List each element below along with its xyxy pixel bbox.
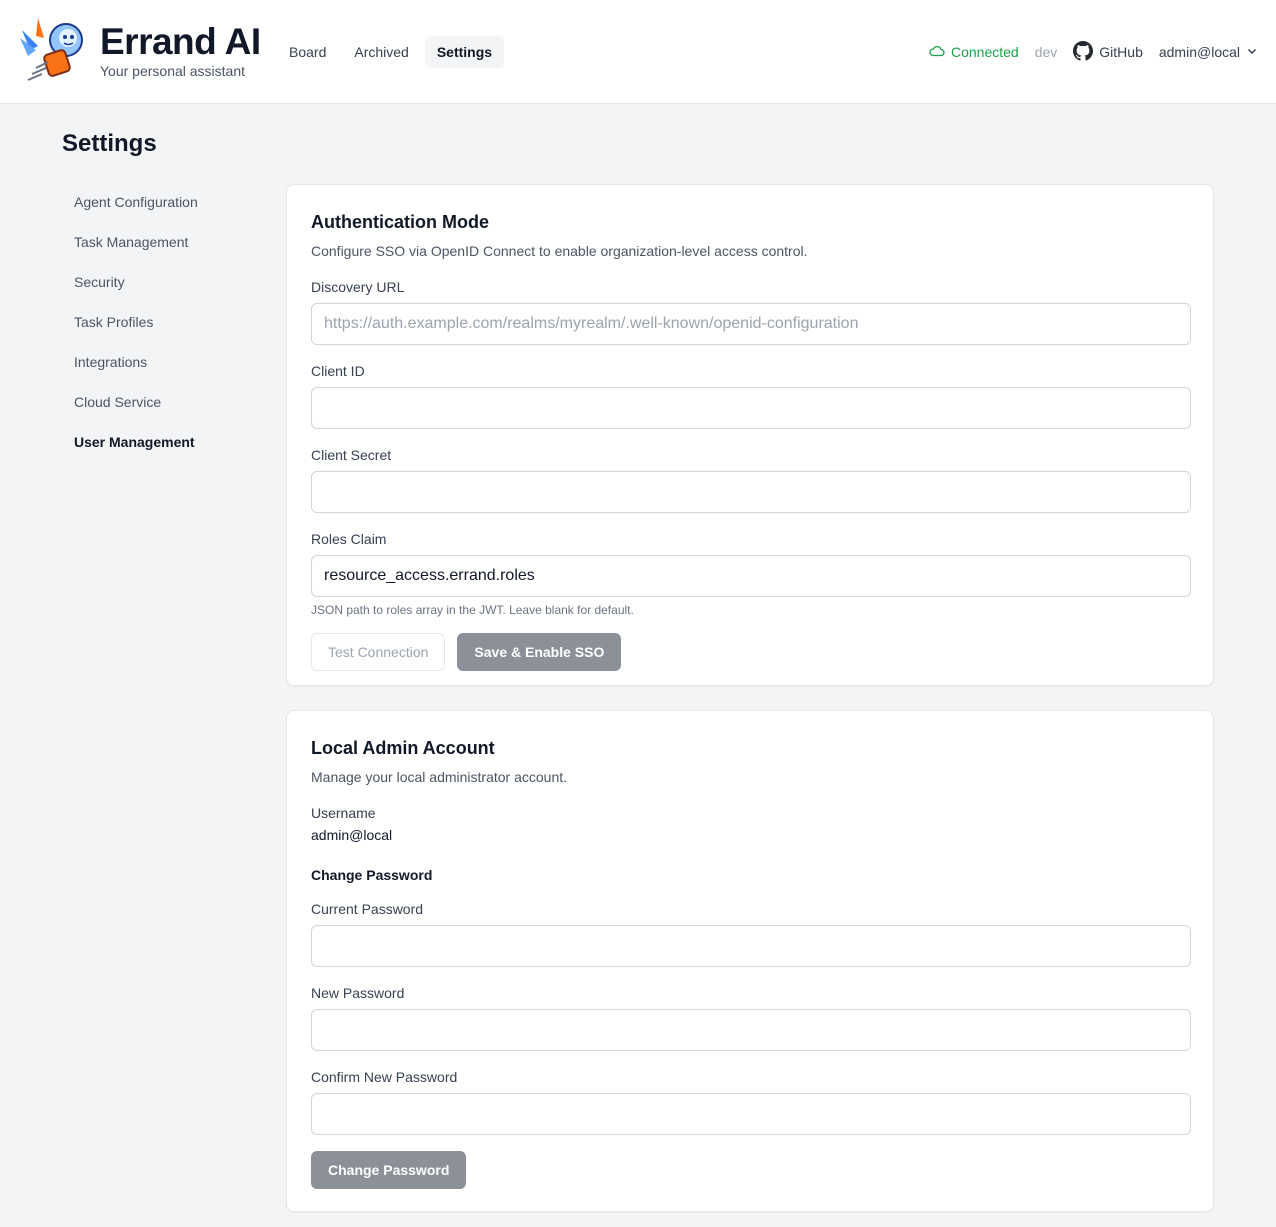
admin-card-title: Local Admin Account xyxy=(311,738,495,758)
username-label: Username xyxy=(311,805,376,821)
new-password-input[interactable] xyxy=(311,1009,1191,1051)
nav-board[interactable]: Board xyxy=(277,36,338,68)
sidebar-item-security[interactable]: Security xyxy=(62,262,262,302)
sidebar-item-agent-configuration[interactable]: Agent Configuration xyxy=(62,182,262,222)
current-password-label: Current Password xyxy=(311,901,424,917)
brand-title: Errand AI xyxy=(100,21,261,62)
nav-archived[interactable]: Archived xyxy=(342,36,420,68)
sidebar-item-task-management[interactable]: Task Management xyxy=(62,222,262,262)
sidebar-item-task-profiles[interactable]: Task Profiles xyxy=(62,302,262,342)
auth-card-title: Authentication Mode xyxy=(311,212,489,232)
current-password-input[interactable] xyxy=(311,925,1191,967)
roles-claim-input[interactable] xyxy=(311,555,1191,597)
new-password-label: New Password xyxy=(311,985,405,1001)
github-icon xyxy=(1073,40,1094,64)
admin-card-description: Manage your local administrator account. xyxy=(311,769,568,785)
sidebar-item-integrations[interactable]: Integrations xyxy=(62,342,262,382)
test-connection-button[interactable]: Test Connection xyxy=(311,633,446,671)
auth-card-description: Configure SSO via OpenID Connect to enab… xyxy=(311,243,808,259)
user-menu[interactable]: admin@local xyxy=(1159,44,1258,60)
chevron-down-icon xyxy=(1246,44,1258,60)
client-id-input[interactable] xyxy=(311,387,1191,429)
local-admin-card: Local Admin Account Manage your local ad… xyxy=(286,710,1214,1212)
brand-subtitle: Your personal assistant xyxy=(100,63,246,79)
roles-claim-label: Roles Claim xyxy=(311,531,387,547)
confirm-password-input[interactable] xyxy=(311,1093,1191,1135)
admin-actions: Change Password xyxy=(311,1151,1189,1189)
change-password-heading: Change Password xyxy=(311,867,433,883)
cloud-icon xyxy=(929,44,945,60)
discovery-url-input[interactable] xyxy=(311,303,1191,345)
top-bar: Errand AI Your personal assistant Board … xyxy=(0,0,1276,104)
errand-logo-icon xyxy=(18,16,86,86)
client-secret-input[interactable] xyxy=(311,471,1191,513)
discovery-url-label: Discovery URL xyxy=(311,279,405,295)
github-label: GitHub xyxy=(1099,44,1143,60)
nav-settings[interactable]: Settings xyxy=(424,36,505,68)
username-value: admin@local xyxy=(311,827,393,843)
page-title: Settings xyxy=(62,130,157,157)
environment-badge: dev xyxy=(1034,44,1058,60)
github-link[interactable]: GitHub xyxy=(1073,40,1143,64)
client-id-label: Client ID xyxy=(311,363,365,379)
connection-label: Connected xyxy=(950,44,1019,60)
change-password-button[interactable]: Change Password xyxy=(311,1151,467,1189)
auth-mode-card: Authentication Mode Configure SSO via Op… xyxy=(286,184,1214,686)
main-nav: Board Archived Settings xyxy=(277,36,505,68)
sidebar-item-user-management[interactable]: User Management xyxy=(62,422,262,462)
user-label: admin@local xyxy=(1158,44,1240,60)
connection-status: Connected xyxy=(929,44,1019,60)
confirm-password-label: Confirm New Password xyxy=(311,1069,458,1085)
sidebar-item-cloud-service[interactable]: Cloud Service xyxy=(62,382,262,422)
save-enable-sso-button[interactable]: Save & Enable SSO xyxy=(457,633,622,671)
auth-actions: Test Connection Save & Enable SSO xyxy=(311,633,1189,671)
roles-claim-hint: JSON path to roles array in the JWT. Lea… xyxy=(311,603,634,617)
settings-sidebar: Agent Configuration Task Management Secu… xyxy=(62,182,262,462)
status-bar: Connected dev GitHub admin@local xyxy=(929,36,1258,68)
client-secret-label: Client Secret xyxy=(311,447,392,463)
